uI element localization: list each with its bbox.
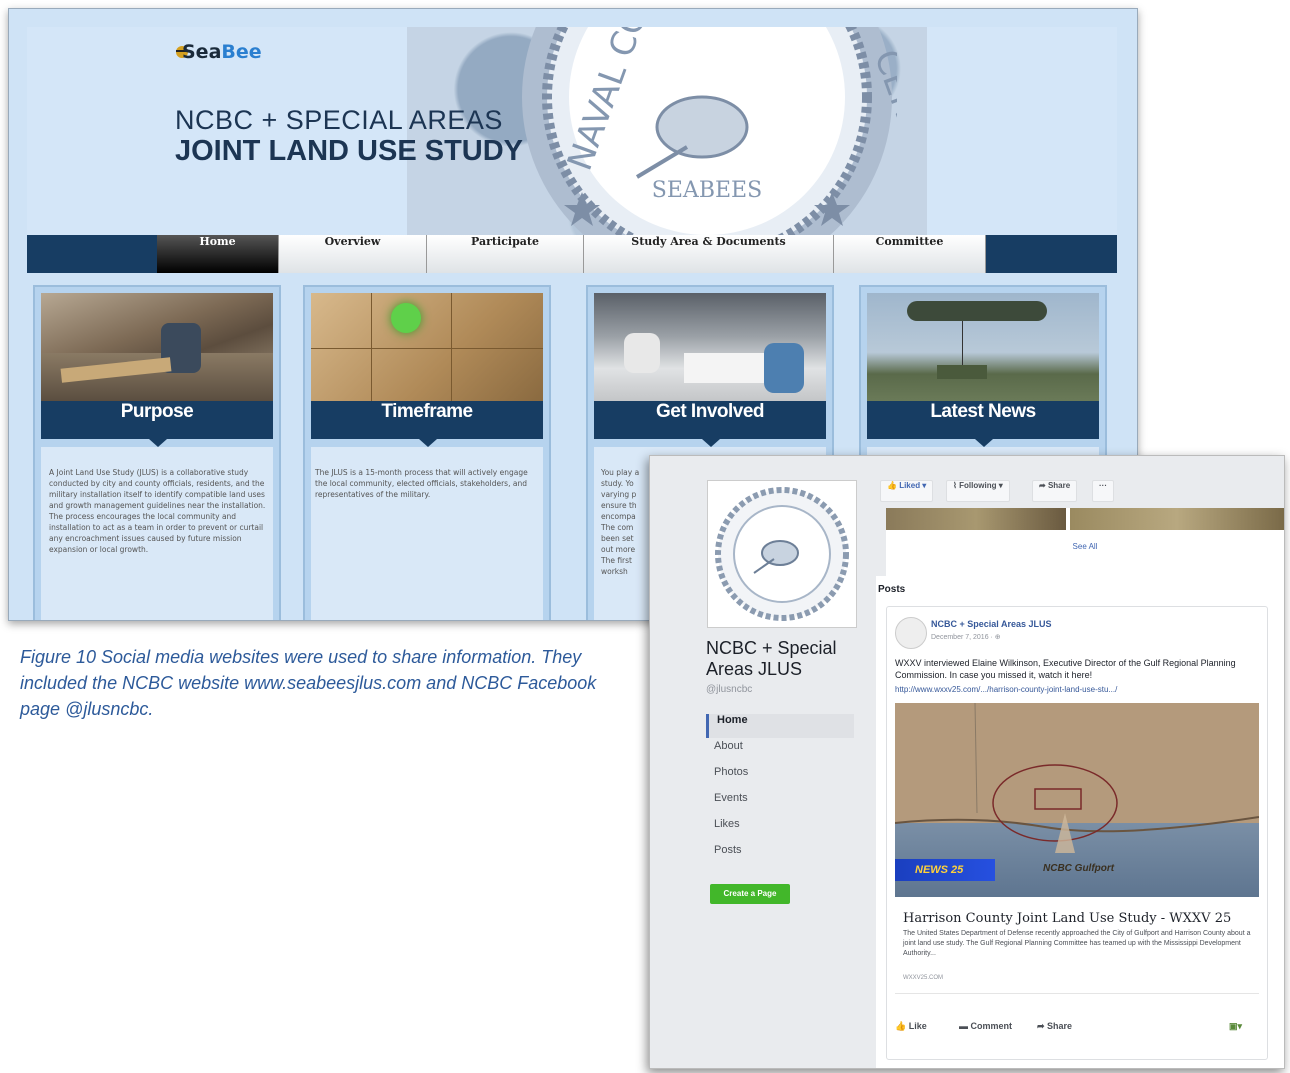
post-link[interactable]: http://www.wxxv25.com/.../harrison-count… bbox=[895, 685, 1257, 694]
helicopter-photo bbox=[867, 293, 1099, 401]
like-label: Like bbox=[908, 1021, 927, 1031]
nav-committee[interactable]: Committee bbox=[834, 235, 986, 273]
photo-thumb[interactable] bbox=[886, 508, 1066, 530]
fb-action-bar: 👍 Liked ▾ ⌇ Following ▾ ➦ Share ··· bbox=[872, 476, 1284, 504]
fb-nav-events[interactable]: Events bbox=[706, 792, 854, 816]
facebook-screenshot: NCBC + Special Areas JLUS @jlusncbc Home… bbox=[649, 455, 1285, 1069]
fb-page-name: NCBC + Special Areas JLUS bbox=[706, 638, 837, 679]
share-page-button[interactable]: ➦ Share bbox=[1032, 480, 1078, 502]
comment-icon: ▬ bbox=[959, 1021, 971, 1031]
workshop-photo bbox=[594, 293, 826, 401]
seal-center-text: SEABEES bbox=[652, 178, 762, 203]
post-avatar[interactable] bbox=[895, 617, 927, 649]
link-preview-domain: WXXV25.COM bbox=[903, 975, 944, 981]
share-button[interactable]: ➦ Share bbox=[1037, 1021, 1072, 1032]
divider bbox=[895, 993, 1259, 994]
share-label: Share bbox=[1047, 481, 1071, 490]
seabees-seal: NAVAL CO CENTER SEABEES bbox=[522, 27, 897, 235]
thumbs-up-icon: 👍 bbox=[887, 481, 900, 490]
site-nav-bar: Home Overview Participate Study Area & D… bbox=[27, 235, 1117, 273]
like-button[interactable]: 👍 Like bbox=[895, 1021, 927, 1032]
card-title-latest-news: Latest News bbox=[867, 401, 1099, 447]
comment-label: Comment bbox=[970, 1021, 1013, 1031]
see-all-link[interactable]: See All bbox=[886, 542, 1284, 551]
fb-nav-home[interactable]: Home bbox=[706, 714, 854, 738]
post-text: WXXV interviewed Elaine Wilkinson, Execu… bbox=[895, 658, 1236, 680]
card-timeframe-text: The JLUS is a 15-month process that will… bbox=[315, 468, 528, 499]
site-logo[interactable]: SeaBee bbox=[182, 41, 262, 63]
fb-nav-photos[interactable]: Photos bbox=[706, 766, 854, 790]
more-button[interactable]: ··· bbox=[1092, 480, 1114, 502]
construction-photo bbox=[41, 293, 273, 401]
card-title-get-involved: Get Involved bbox=[594, 401, 826, 447]
fb-posts-section: Posts NCBC + Special Areas JLUS December… bbox=[876, 576, 1284, 1068]
card-get-involved-text: You play a study. Yo varying p ensure th… bbox=[601, 468, 640, 576]
logo-part1: Sea bbox=[182, 41, 222, 63]
nav-overview[interactable]: Overview bbox=[279, 235, 427, 273]
liked-label: Liked ▾ bbox=[899, 481, 927, 490]
bee-mascot-icon bbox=[655, 95, 749, 159]
fb-post: NCBC + Special Areas JLUS December 7, 20… bbox=[886, 606, 1268, 1060]
logo-part2: Bee bbox=[221, 41, 262, 63]
site-banner: SeaBee NCBC + SPECIAL AREAS JOINT LAND U… bbox=[27, 27, 1117, 235]
fb-nav-about[interactable]: About bbox=[706, 740, 854, 764]
fb-photos-strip: See All bbox=[886, 508, 1284, 578]
posts-heading: Posts bbox=[878, 584, 906, 595]
following-button[interactable]: ⌇ Following ▾ bbox=[946, 480, 1010, 502]
following-label: Following ▾ bbox=[959, 481, 1003, 490]
card-title-purpose: Purpose bbox=[41, 401, 273, 447]
post-author[interactable]: NCBC + Special Areas JLUS bbox=[931, 619, 1051, 629]
share-arrow-icon: ➦ bbox=[1037, 1021, 1048, 1031]
comment-button[interactable]: ▬ Comment bbox=[959, 1021, 1012, 1031]
card-title-timeframe: Timeframe bbox=[311, 401, 543, 447]
create-page-button[interactable]: Create a Page bbox=[710, 884, 790, 904]
link-preview-description: The United States Department of Defense … bbox=[903, 930, 1251, 957]
card-purpose[interactable]: Purpose bbox=[33, 285, 281, 620]
fb-left-column: NCBC + Special Areas JLUS @jlusncbc Home… bbox=[650, 456, 860, 1068]
share-arrow-icon: ➦ bbox=[1039, 481, 1048, 490]
thumbs-up-icon: 👍 bbox=[895, 1021, 909, 1031]
fb-right-column: 👍 Liked ▾ ⌇ Following ▾ ➦ Share ··· See … bbox=[872, 456, 1284, 1068]
post-as-avatar-icon[interactable]: ▣▾ bbox=[1229, 1021, 1242, 1032]
seal-logo-icon bbox=[715, 487, 849, 621]
fb-profile-picture[interactable] bbox=[707, 480, 857, 628]
share-label: Share bbox=[1047, 1021, 1073, 1031]
card-purpose-text: A Joint Land Use Study (JLUS) is a colla… bbox=[49, 468, 266, 554]
figure-caption: Figure 10 Social media websites were use… bbox=[20, 647, 597, 719]
card-timeframe[interactable]: Timeframe bbox=[303, 285, 551, 620]
map-label: NCBC Gulfport bbox=[1043, 863, 1115, 874]
news25-logo: NEWS 25 bbox=[895, 859, 995, 881]
fb-nav-posts[interactable]: Posts bbox=[706, 844, 854, 868]
liked-button[interactable]: 👍 Liked ▾ bbox=[880, 480, 934, 502]
calendar-pin-photo bbox=[311, 293, 543, 401]
photo-thumb[interactable] bbox=[1070, 508, 1284, 530]
link-preview-title[interactable]: Harrison County Joint Land Use Study - W… bbox=[903, 911, 1253, 926]
fb-nav-likes[interactable]: Likes bbox=[706, 818, 854, 842]
post-map-image[interactable]: NEWS 25 NCBC Gulfport bbox=[895, 703, 1259, 897]
nav-home[interactable]: Home bbox=[157, 235, 279, 273]
nav-participate[interactable]: Participate bbox=[427, 235, 584, 273]
nav-study-area-documents[interactable]: Study Area & Documents bbox=[584, 235, 834, 273]
post-date[interactable]: December 7, 2016 · ⊕ bbox=[931, 633, 1001, 641]
site-title-line1: NCBC + SPECIAL AREAS bbox=[175, 105, 503, 135]
fb-page-handle: @jlusncbc bbox=[706, 684, 753, 695]
site-title-line2: JOINT LAND USE STUDY bbox=[175, 135, 524, 167]
